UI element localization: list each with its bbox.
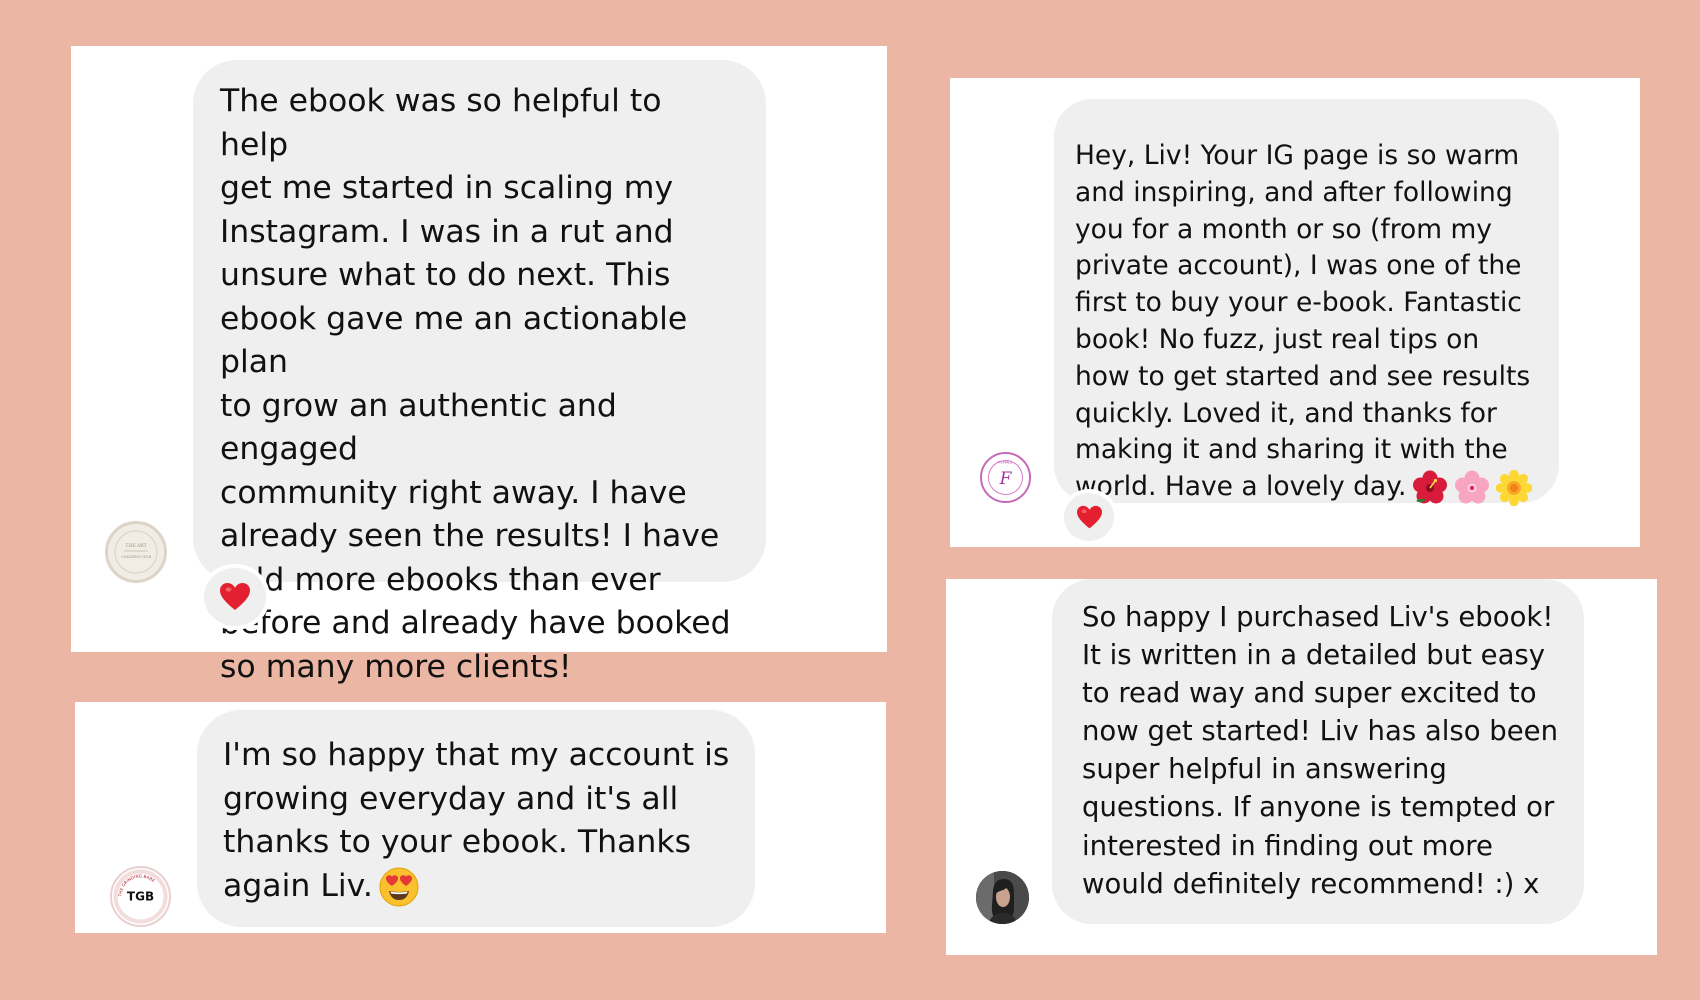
testimonial-card-3: Hey, Liv! Your IG page is so warm and in… (950, 78, 1640, 547)
logo-mark: TGB (127, 890, 154, 904)
message-text: I'm so happy that my account is growing … (223, 734, 730, 908)
testimonial-card-2: I'm so happy that my account is growing … (75, 702, 886, 933)
hibiscus-emoji (1413, 470, 1448, 504)
blossom-emoji (1496, 469, 1533, 506)
logo-text-top: FEMALE (998, 461, 1013, 465)
message-bubble: Hey, Liv! Your IG page is so warm and in… (1054, 99, 1559, 506)
message-text: So happy I purchased Liv's ebook! It is … (1082, 601, 1559, 900)
heart-icon (220, 583, 250, 610)
profile-photo[interactable] (976, 871, 1029, 924)
female-f-logo[interactable]: FEMALE F (980, 452, 1031, 503)
message-bubble: The ebook was so helpful to help get me … (193, 60, 766, 685)
logo-mark: F (999, 469, 1013, 489)
message-text: Hey, Liv! Your IG page is so warm and in… (1075, 138, 1539, 506)
logo-text-top: THE ART (125, 543, 146, 549)
message-bubble: I'm so happy that my account is growing … (197, 710, 755, 927)
cherry-blossom-emoji (1455, 470, 1490, 504)
message-text-content: I'm so happy that my account is growing … (223, 737, 730, 904)
tgb-logo[interactable]: THE GRINDING BABE TGB (110, 866, 171, 927)
flower-emojis (1412, 469, 1533, 506)
testimonial-card-1: The ebook was so helpful to help get me … (71, 46, 887, 685)
heart-reaction[interactable] (1060, 489, 1118, 545)
message-text: The ebook was so helpful to help get me … (220, 83, 731, 685)
testimonial-card-4: So happy I purchased Liv's ebook! It is … (946, 579, 1657, 955)
heart-eyes-emoji (379, 867, 419, 906)
heart-icon (1076, 505, 1102, 528)
message-bubble: So happy I purchased Liv's ebook! It is … (1052, 579, 1584, 924)
message-text-content: Hey, Liv! Your IG page is so warm and in… (1075, 140, 1531, 503)
the-art-coaching-club-logo[interactable]: THE ART COACHING CLUB (105, 521, 167, 583)
logo-text-bottom: COACHING CLUB (121, 555, 151, 559)
heart-reaction[interactable] (200, 564, 270, 630)
